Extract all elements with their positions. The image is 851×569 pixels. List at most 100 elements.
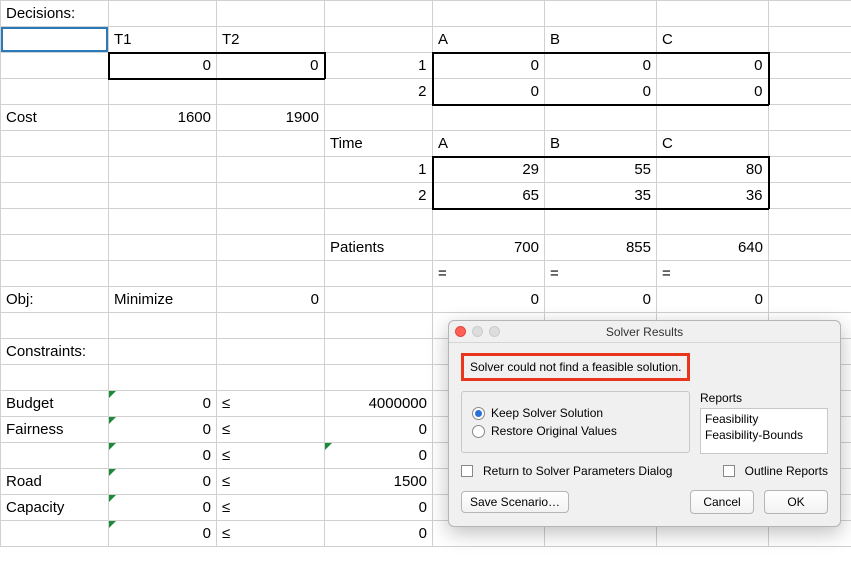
cell[interactable] xyxy=(217,157,325,183)
cell[interactable] xyxy=(325,287,433,313)
cell[interactable] xyxy=(325,209,433,235)
cell[interactable] xyxy=(545,105,657,131)
cell[interactable] xyxy=(657,209,769,235)
save-scenario-button[interactable]: Save Scenario… xyxy=(461,491,569,513)
cell[interactable]: 0 xyxy=(325,521,433,547)
cell[interactable]: ≤ xyxy=(217,391,325,417)
cell[interactable]: C xyxy=(657,131,769,157)
cell[interactable] xyxy=(1,131,109,157)
report-item[interactable]: Feasibility-Bounds xyxy=(705,427,823,443)
cell[interactable]: Cost xyxy=(1,105,109,131)
cell[interactable] xyxy=(217,339,325,365)
cell[interactable] xyxy=(109,209,217,235)
cell[interactable]: 855 xyxy=(545,235,657,261)
cell[interactable]: A xyxy=(433,27,545,53)
cell[interactable] xyxy=(769,157,851,183)
cell[interactable]: Patients xyxy=(325,235,433,261)
cell[interactable]: C xyxy=(657,27,769,53)
cell[interactable]: Minimize xyxy=(109,287,217,313)
cell[interactable] xyxy=(109,235,217,261)
cell[interactable]: 80 xyxy=(657,157,769,183)
cell[interactable]: = xyxy=(657,261,769,287)
cell[interactable]: Fairness xyxy=(1,417,109,443)
ok-button[interactable]: OK xyxy=(764,490,828,514)
active-cell[interactable] xyxy=(1,27,109,53)
cell[interactable]: ≤ xyxy=(217,417,325,443)
cell[interactable]: 1600 xyxy=(109,105,217,131)
cell[interactable]: 700 xyxy=(433,235,545,261)
cell[interactable] xyxy=(1,443,109,469)
cell[interactable] xyxy=(109,339,217,365)
cell[interactable]: 55 xyxy=(545,157,657,183)
cell[interactable] xyxy=(1,183,109,209)
cell[interactable] xyxy=(109,131,217,157)
cell[interactable]: 0 xyxy=(325,495,433,521)
cell[interactable]: Obj: xyxy=(1,287,109,313)
cell[interactable]: 2 xyxy=(325,183,433,209)
cell[interactable] xyxy=(325,339,433,365)
reports-list[interactable]: Feasibility Feasibility-Bounds xyxy=(700,408,828,454)
cell[interactable]: Capacity xyxy=(1,495,109,521)
cell[interactable] xyxy=(325,105,433,131)
cell[interactable] xyxy=(1,209,109,235)
cell[interactable]: 29 xyxy=(433,157,545,183)
cell[interactable]: Road xyxy=(1,469,109,495)
cell[interactable]: 0 xyxy=(545,53,657,79)
cell[interactable]: 4000000 xyxy=(325,391,433,417)
cell[interactable] xyxy=(433,1,545,27)
cell[interactable] xyxy=(109,365,217,391)
cell[interactable] xyxy=(769,105,851,131)
cell[interactable] xyxy=(1,235,109,261)
cell[interactable]: 0 xyxy=(657,79,769,105)
cell[interactable] xyxy=(325,27,433,53)
cell[interactable] xyxy=(109,183,217,209)
cell[interactable] xyxy=(657,1,769,27)
cell[interactable] xyxy=(217,261,325,287)
cell[interactable] xyxy=(109,79,217,105)
cell[interactable]: 0 xyxy=(217,53,325,79)
restore-values-radio[interactable]: Restore Original Values xyxy=(472,424,679,438)
cell[interactable]: B xyxy=(545,27,657,53)
cell[interactable] xyxy=(769,79,851,105)
cell[interactable] xyxy=(769,261,851,287)
cell[interactable]: T2 xyxy=(217,27,325,53)
cell[interactable] xyxy=(325,313,433,339)
cell[interactable]: A xyxy=(433,131,545,157)
cell[interactable] xyxy=(1,261,109,287)
dialog-titlebar[interactable]: Solver Results xyxy=(449,321,840,343)
cell[interactable] xyxy=(769,287,851,313)
cell[interactable]: 2 xyxy=(325,79,433,105)
cell[interactable]: 1 xyxy=(325,53,433,79)
cell[interactable] xyxy=(433,105,545,131)
cell[interactable]: 0 xyxy=(433,53,545,79)
cell[interactable] xyxy=(769,209,851,235)
cell[interactable] xyxy=(769,183,851,209)
cell[interactable]: 1500 xyxy=(325,469,433,495)
cell[interactable]: ≤ xyxy=(217,495,325,521)
cell[interactable] xyxy=(433,209,545,235)
cell[interactable]: B xyxy=(545,131,657,157)
cell[interactable]: Time xyxy=(325,131,433,157)
cell[interactable]: 0 xyxy=(109,469,217,495)
cell[interactable]: T1 xyxy=(109,27,217,53)
cell[interactable] xyxy=(109,1,217,27)
cell[interactable]: 0 xyxy=(545,79,657,105)
cell[interactable]: 0 xyxy=(657,53,769,79)
cell[interactable]: = xyxy=(545,261,657,287)
cell[interactable] xyxy=(109,313,217,339)
cell[interactable]: 0 xyxy=(433,79,545,105)
cell[interactable]: 0 xyxy=(109,495,217,521)
report-item[interactable]: Feasibility xyxy=(705,411,823,427)
cell[interactable] xyxy=(217,313,325,339)
cell[interactable]: 1900 xyxy=(217,105,325,131)
cell[interactable] xyxy=(217,79,325,105)
cell[interactable]: 36 xyxy=(657,183,769,209)
cell[interactable] xyxy=(657,105,769,131)
cell[interactable] xyxy=(109,157,217,183)
cell[interactable] xyxy=(325,365,433,391)
cell[interactable]: 0 xyxy=(109,53,217,79)
cell[interactable] xyxy=(769,131,851,157)
cell[interactable] xyxy=(1,365,109,391)
cell[interactable] xyxy=(769,27,851,53)
cell[interactable] xyxy=(1,313,109,339)
